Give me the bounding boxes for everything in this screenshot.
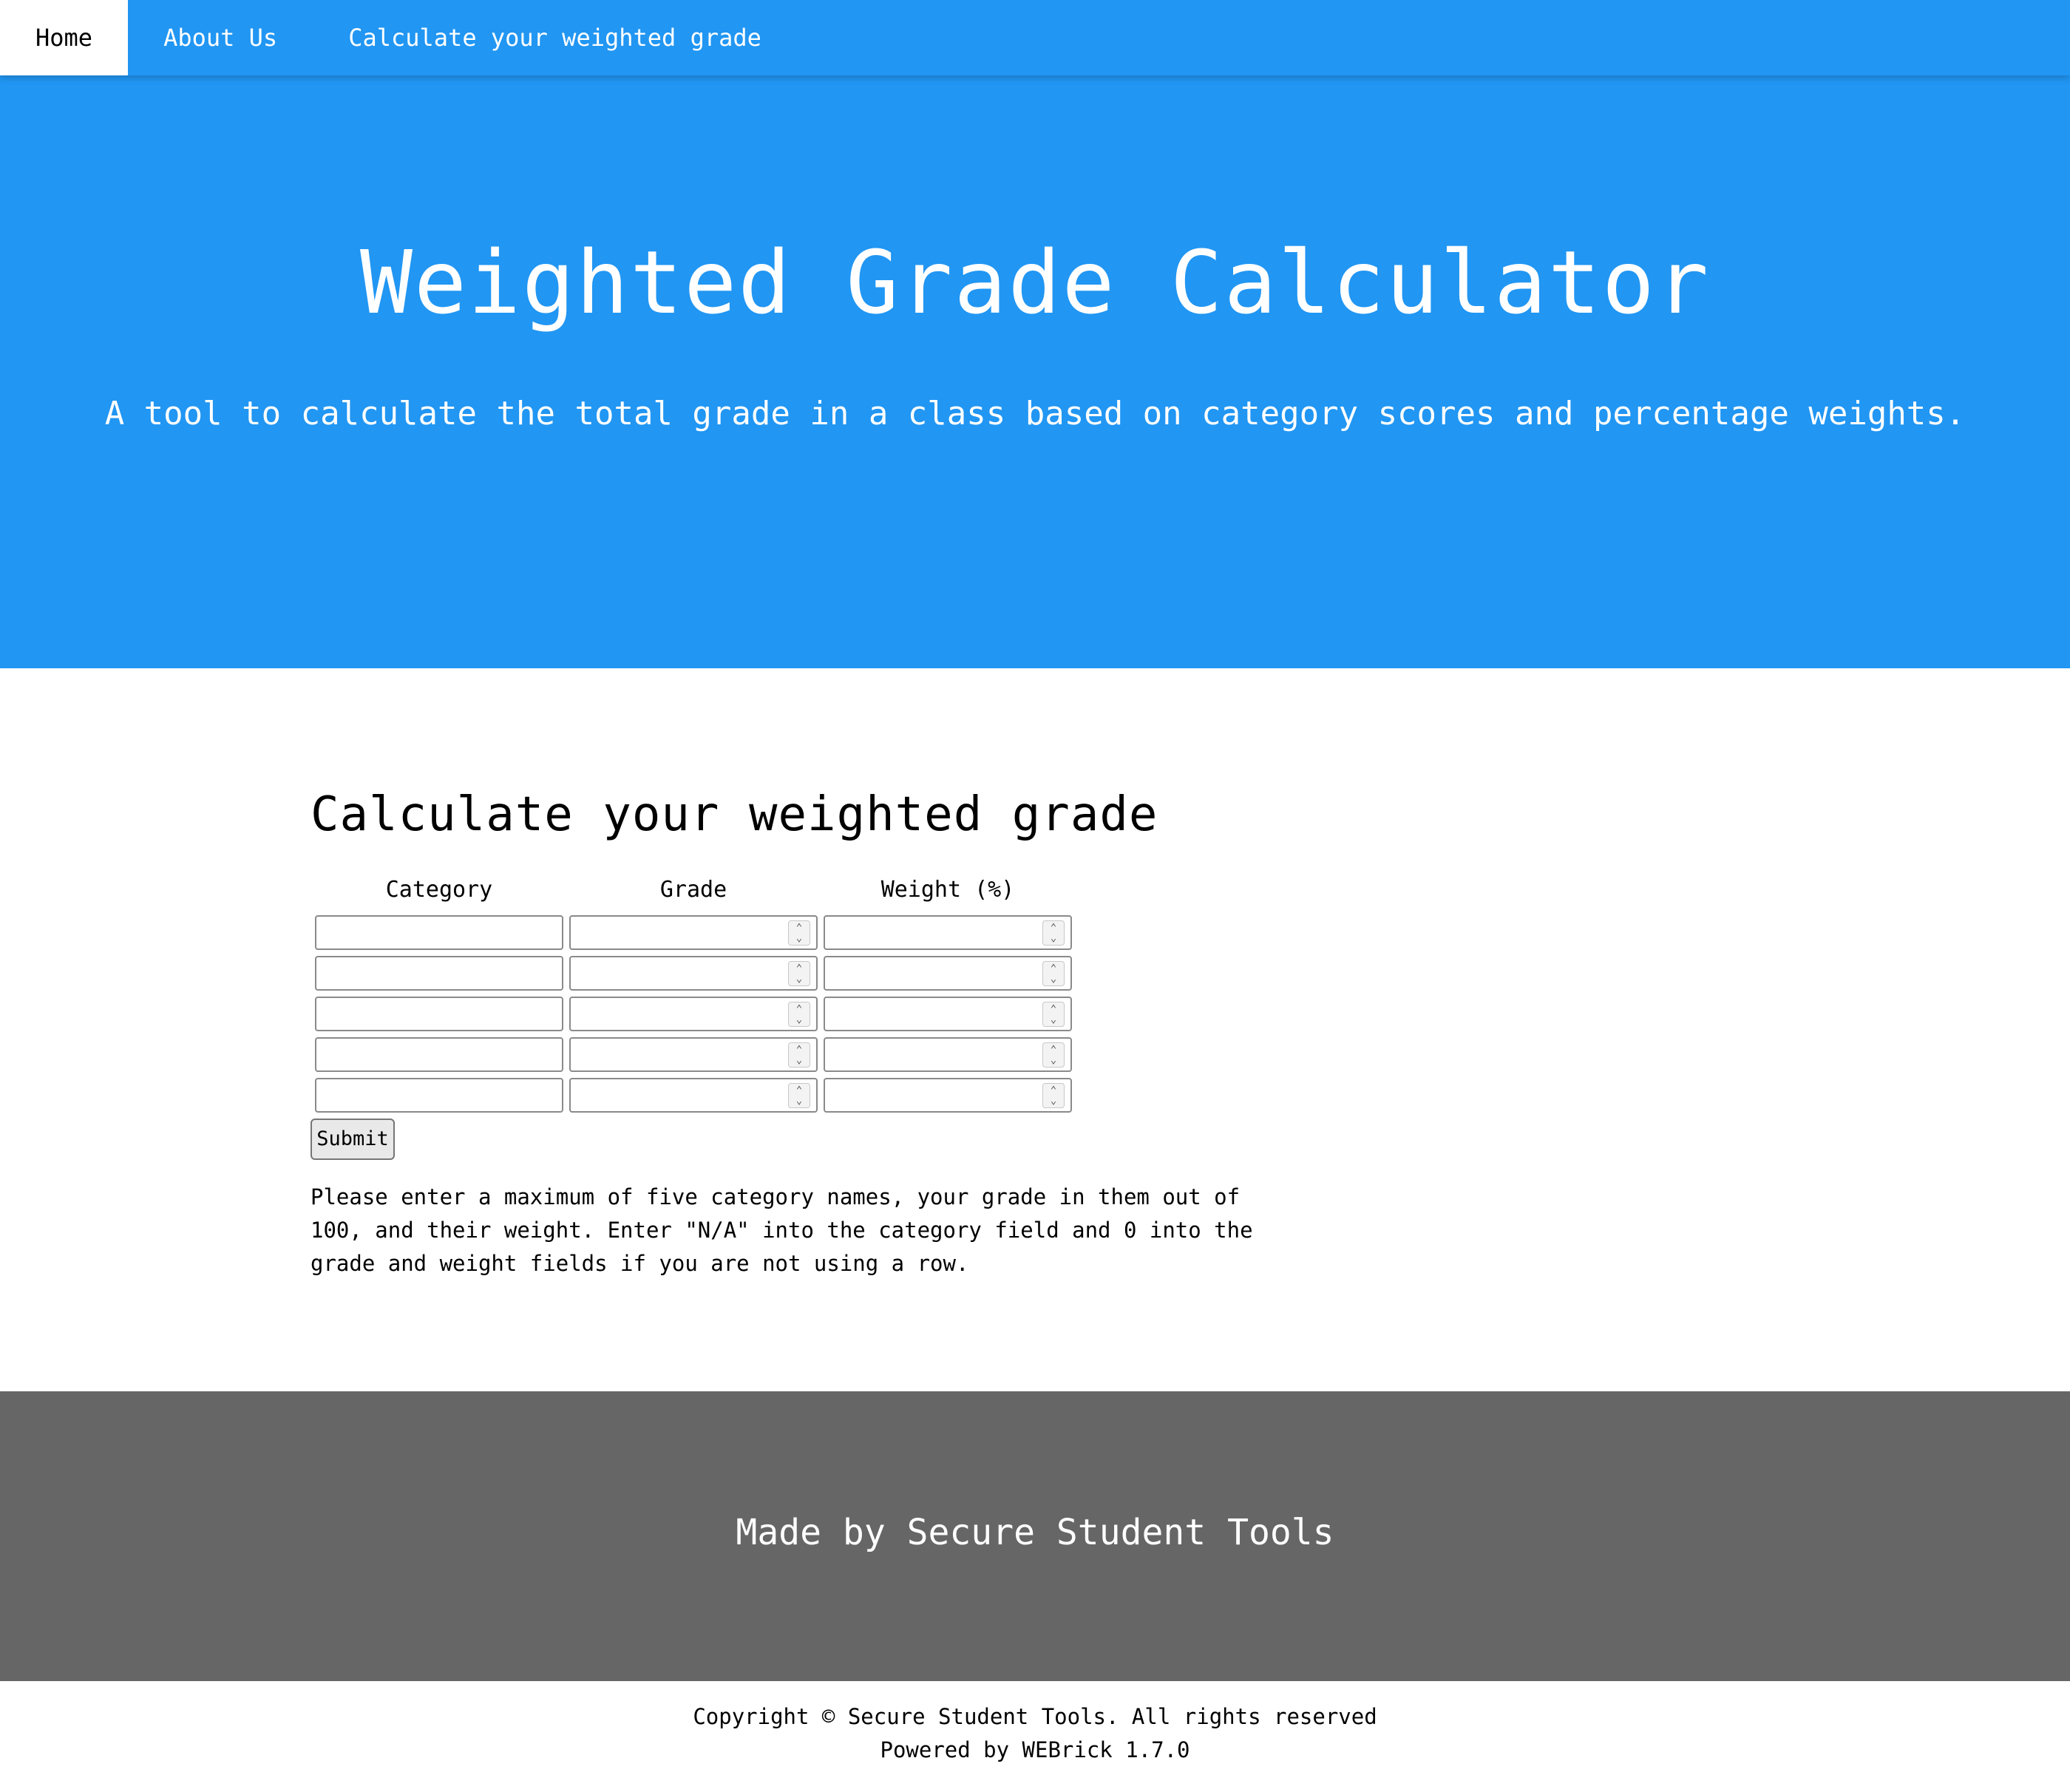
column-header-grade: Grade	[659, 877, 727, 903]
chevron-down-icon: ⌄	[1050, 1095, 1057, 1107]
grade-input[interactable]	[571, 1079, 816, 1111]
footer-text: Made by Secure Student Tools	[736, 1512, 1334, 1553]
nav-calculate-label: Calculate your weighted grade	[348, 24, 761, 52]
chevron-down-icon: ⌄	[1050, 932, 1057, 944]
category-input[interactable]	[316, 1039, 562, 1070]
category-field	[315, 956, 563, 991]
grade-stepper[interactable]: ⌃ ⌄	[788, 920, 810, 946]
column-header-category: Category	[385, 877, 493, 903]
chevron-up-icon: ⌃	[1050, 1003, 1057, 1015]
chevron-up-icon: ⌃	[795, 1085, 803, 1096]
chevron-down-icon: ⌄	[795, 1095, 803, 1107]
category-field	[315, 1078, 563, 1113]
form-row: ⌃ ⌄ ⌃ ⌄	[315, 1037, 1301, 1072]
weight-stepper[interactable]: ⌃ ⌄	[1042, 1042, 1065, 1068]
form-row: ⌃ ⌄ ⌃ ⌄	[315, 1078, 1301, 1113]
powered-by-text: Powered by WEBrick 1.7.0	[880, 1737, 1190, 1762]
weight-stepper[interactable]: ⌃ ⌄	[1042, 920, 1065, 946]
category-input[interactable]	[316, 998, 562, 1030]
form-row: ⌃ ⌄ ⌃ ⌄	[315, 997, 1301, 1031]
nav-about-us[interactable]: About Us	[128, 0, 313, 75]
weight-input[interactable]	[825, 998, 1070, 1030]
weight-field: ⌃ ⌄	[824, 997, 1072, 1031]
weight-field: ⌃ ⌄	[824, 915, 1072, 950]
chevron-up-icon: ⌃	[795, 963, 803, 974]
weight-stepper[interactable]: ⌃ ⌄	[1042, 961, 1065, 986]
section-title: Calculate your weighted grade	[310, 787, 1158, 842]
form-row: ⌃ ⌄ ⌃ ⌄	[315, 956, 1301, 991]
grade-field: ⌃ ⌄	[569, 1078, 818, 1113]
grade-input[interactable]	[571, 957, 816, 989]
chevron-up-icon: ⌃	[1050, 922, 1057, 934]
category-field	[315, 997, 563, 1031]
weight-input[interactable]	[825, 1079, 1070, 1111]
nav-about-us-label: About Us	[163, 24, 278, 52]
submit-button[interactable]: Submit	[310, 1119, 395, 1160]
grade-input[interactable]	[571, 917, 816, 948]
hero-subtitle: A tool to calculate the total grade in a…	[104, 395, 1966, 432]
chevron-up-icon: ⌃	[795, 1003, 803, 1015]
category-field	[315, 1037, 563, 1072]
weight-field: ⌃ ⌄	[824, 1078, 1072, 1113]
column-header-weight: Weight (%)	[880, 877, 1015, 903]
grade-input[interactable]	[571, 998, 816, 1030]
chevron-up-icon: ⌃	[795, 1044, 803, 1056]
chevron-up-icon: ⌃	[1050, 963, 1057, 974]
grade-stepper[interactable]: ⌃ ⌄	[788, 1083, 810, 1108]
chevron-down-icon: ⌄	[1050, 1054, 1057, 1066]
footer: Made by Secure Student Tools	[0, 1391, 2070, 1681]
chevron-up-icon: ⌃	[795, 922, 803, 934]
grade-stepper[interactable]: ⌃ ⌄	[788, 1002, 810, 1027]
weight-stepper[interactable]: ⌃ ⌄	[1042, 1002, 1065, 1027]
category-field	[315, 915, 563, 950]
category-input[interactable]	[316, 917, 562, 948]
weight-field: ⌃ ⌄	[824, 956, 1072, 991]
category-input[interactable]	[316, 1079, 562, 1111]
grade-stepper[interactable]: ⌃ ⌄	[788, 961, 810, 986]
hero-banner: Weighted Grade Calculator A tool to calc…	[0, 75, 2070, 668]
weight-input[interactable]	[825, 957, 1070, 989]
nav-home-label: Home	[35, 24, 93, 52]
chevron-up-icon: ⌃	[1050, 1044, 1057, 1056]
top-nav: Home About Us Calculate your weighted gr…	[0, 0, 2070, 75]
grade-stepper[interactable]: ⌃ ⌄	[788, 1042, 810, 1068]
nav-home[interactable]: Home	[0, 0, 129, 75]
grade-field: ⌃ ⌄	[569, 1037, 818, 1072]
copyright-block: Copyright © Secure Student Tools. All ri…	[0, 1700, 2070, 1767]
grade-field: ⌃ ⌄	[569, 915, 818, 950]
weight-stepper[interactable]: ⌃ ⌄	[1042, 1083, 1065, 1108]
form-column-headers: Category Grade Weight (%)	[315, 871, 1301, 909]
grade-field: ⌃ ⌄	[569, 997, 818, 1031]
chevron-down-icon: ⌄	[1050, 1014, 1057, 1025]
instructions-text: Please enter a maximum of five category …	[310, 1184, 1253, 1276]
form-row: ⌃ ⌄ ⌃ ⌄	[315, 915, 1301, 950]
chevron-up-icon: ⌃	[1050, 1085, 1057, 1096]
hero-title: Weighted Grade Calculator	[359, 231, 1711, 333]
weight-input[interactable]	[825, 917, 1070, 948]
copyright-text: Copyright © Secure Student Tools. All ri…	[693, 1704, 1377, 1729]
chevron-down-icon: ⌄	[795, 1054, 803, 1066]
grade-field: ⌃ ⌄	[569, 956, 818, 991]
chevron-down-icon: ⌄	[1050, 973, 1057, 985]
main-content: Calculate your weighted grade Category G…	[310, 776, 1301, 1280]
category-input[interactable]	[316, 957, 562, 989]
weight-input[interactable]	[825, 1039, 1070, 1070]
weight-field: ⌃ ⌄	[824, 1037, 1072, 1072]
chevron-down-icon: ⌄	[795, 973, 803, 985]
nav-calculate[interactable]: Calculate your weighted grade	[313, 0, 797, 75]
chevron-down-icon: ⌄	[795, 932, 803, 944]
grade-form: Category Grade Weight (%) ⌃ ⌄ ⌃ ⌄ ⌃ ⌄ ⌃ …	[310, 871, 1301, 1160]
grade-input[interactable]	[571, 1039, 816, 1070]
chevron-down-icon: ⌄	[795, 1014, 803, 1025]
